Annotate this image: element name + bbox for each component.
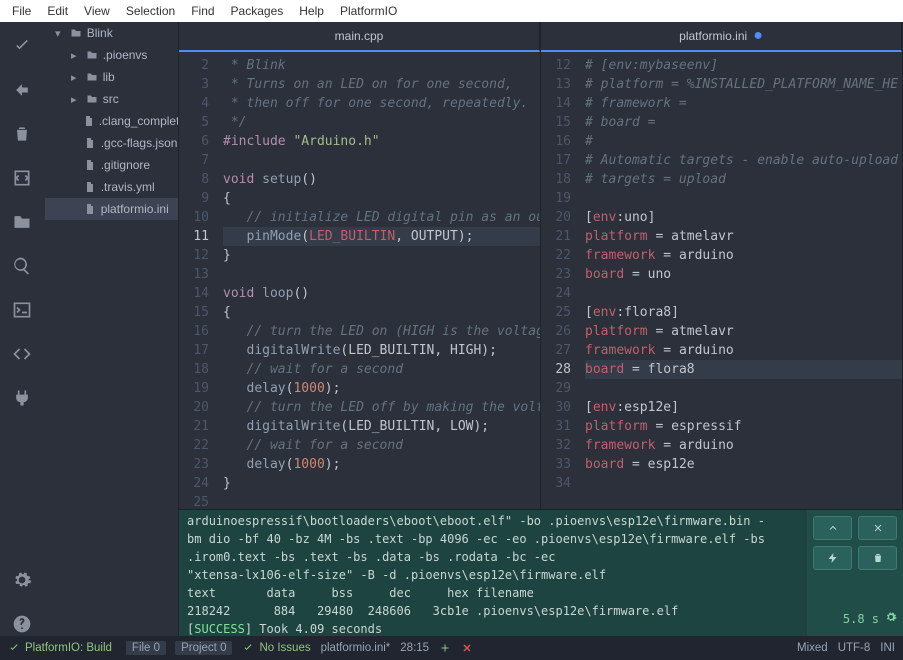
tab-main-cpp[interactable]: main.cpp <box>179 22 540 52</box>
tabs-row: main.cpp platformio.ini ● <box>179 22 903 52</box>
status-file-count[interactable]: File 0 Project 0 <box>122 641 233 655</box>
code-content[interactable]: * Blink * Turns on an LED on for one sec… <box>219 52 540 509</box>
modified-indicator-icon: ● <box>753 32 763 40</box>
plug-icon[interactable] <box>10 386 34 410</box>
upload-icon[interactable] <box>10 78 34 102</box>
file-tree: ▾ Blink ▸.pioenvs▸lib▸src.clang_complete… <box>45 22 179 636</box>
menu-help[interactable]: Help <box>291 4 332 18</box>
folder-icon[interactable] <box>10 210 34 234</box>
folder-icon <box>69 27 83 39</box>
code-icon[interactable] <box>10 166 34 190</box>
activity-bar <box>0 22 45 636</box>
elapsed-time: 5.8 s <box>843 612 879 626</box>
search-icon[interactable] <box>10 254 34 278</box>
status-close[interactable] <box>461 642 473 654</box>
status-add[interactable] <box>439 642 451 654</box>
terminal-icon[interactable] <box>10 298 34 322</box>
tree-item-lib[interactable]: ▸lib <box>45 66 178 88</box>
line-gutter: 1213141516171819202122232425262728293031… <box>541 52 581 509</box>
trash-icon[interactable] <box>10 122 34 146</box>
tree-root[interactable]: ▾ Blink <box>45 22 178 44</box>
tree-item-platformio-ini[interactable]: platformio.ini <box>45 198 178 220</box>
angle-brackets-icon[interactable] <box>10 342 34 366</box>
chevron-right-icon: ▸ <box>67 93 81 106</box>
gear-icon[interactable] <box>10 568 34 592</box>
close-icon <box>461 642 473 654</box>
help-icon[interactable] <box>10 612 34 636</box>
chevron-down-icon: ▾ <box>51 27 65 40</box>
check-icon[interactable] <box>10 34 34 58</box>
line-gutter: 2345678910111213141516171819202122232425 <box>179 52 219 509</box>
tab-platformio-ini[interactable]: platformio.ini ● <box>541 22 902 52</box>
tree-root-label: Blink <box>87 26 113 40</box>
file-icon <box>83 115 95 127</box>
chevron-right-icon: ▸ <box>67 49 81 62</box>
terminal-controls: 5.8 s <box>807 510 903 636</box>
menu-view[interactable]: View <box>76 4 118 18</box>
status-cursor[interactable]: 28:15 <box>400 642 429 654</box>
folder-icon <box>85 93 99 105</box>
menu-file[interactable]: File <box>4 4 39 18</box>
tree-item--travis-yml[interactable]: .travis.yml <box>45 176 178 198</box>
file-icon <box>83 181 97 193</box>
tab-label: main.cpp <box>335 29 384 43</box>
check-icon <box>8 642 20 654</box>
status-filename[interactable]: platformio.ini* <box>321 642 391 654</box>
statusbar: PlatformIO: Build File 0 Project 0 No Is… <box>0 636 903 660</box>
terminal-output[interactable]: arduinoespressif\bootloaders\eboot\eboot… <box>179 510 807 636</box>
editor-pane-right[interactable]: 1213141516171819202122232425262728293031… <box>541 52 903 509</box>
close-button[interactable] <box>858 516 897 540</box>
terminal-panel: arduinoespressif\bootloaders\eboot\eboot… <box>179 509 903 636</box>
folder-icon <box>85 71 99 83</box>
status-encoding[interactable]: UTF-8 <box>838 642 871 654</box>
collapse-button[interactable] <box>813 516 852 540</box>
tree-item--pioenvs[interactable]: ▸.pioenvs <box>45 44 178 66</box>
code-content[interactable]: # [env:mybaseenv]# platform = %INSTALLED… <box>581 52 902 509</box>
gear-icon[interactable] <box>885 611 897 626</box>
file-icon <box>83 159 97 171</box>
menu-edit[interactable]: Edit <box>39 4 76 18</box>
tree-item--gcc-flags-json[interactable]: .gcc-flags.json <box>45 132 178 154</box>
menu-platformio[interactable]: PlatformIO <box>332 4 405 18</box>
menu-packages[interactable]: Packages <box>223 4 292 18</box>
menu-find[interactable]: Find <box>183 4 222 18</box>
status-language[interactable]: INI <box>880 642 895 654</box>
editor-pane-left[interactable]: 2345678910111213141516171819202122232425… <box>179 52 541 509</box>
tree-item-src[interactable]: ▸src <box>45 88 178 110</box>
chevron-right-icon: ▸ <box>67 71 81 84</box>
rerun-button[interactable] <box>813 546 852 570</box>
tree-item--gitignore[interactable]: .gitignore <box>45 154 178 176</box>
plus-icon <box>439 642 451 654</box>
file-icon <box>83 203 97 215</box>
file-icon <box>83 137 97 149</box>
menubar: FileEditViewSelectionFindPackagesHelpPla… <box>0 0 903 22</box>
tree-item--clang_complete[interactable]: .clang_complete <box>45 110 178 132</box>
tab-label: platformio.ini <box>679 29 747 43</box>
status-build[interactable]: PlatformIO: Build <box>8 642 112 654</box>
status-line-endings[interactable]: Mixed <box>797 642 828 654</box>
status-issues[interactable]: No Issues <box>242 642 310 654</box>
menu-selection[interactable]: Selection <box>118 4 183 18</box>
check-icon <box>242 642 254 654</box>
clear-button[interactable] <box>858 546 897 570</box>
folder-icon <box>85 49 99 61</box>
editor-area: main.cpp platformio.ini ● 23456789101112… <box>179 22 903 636</box>
